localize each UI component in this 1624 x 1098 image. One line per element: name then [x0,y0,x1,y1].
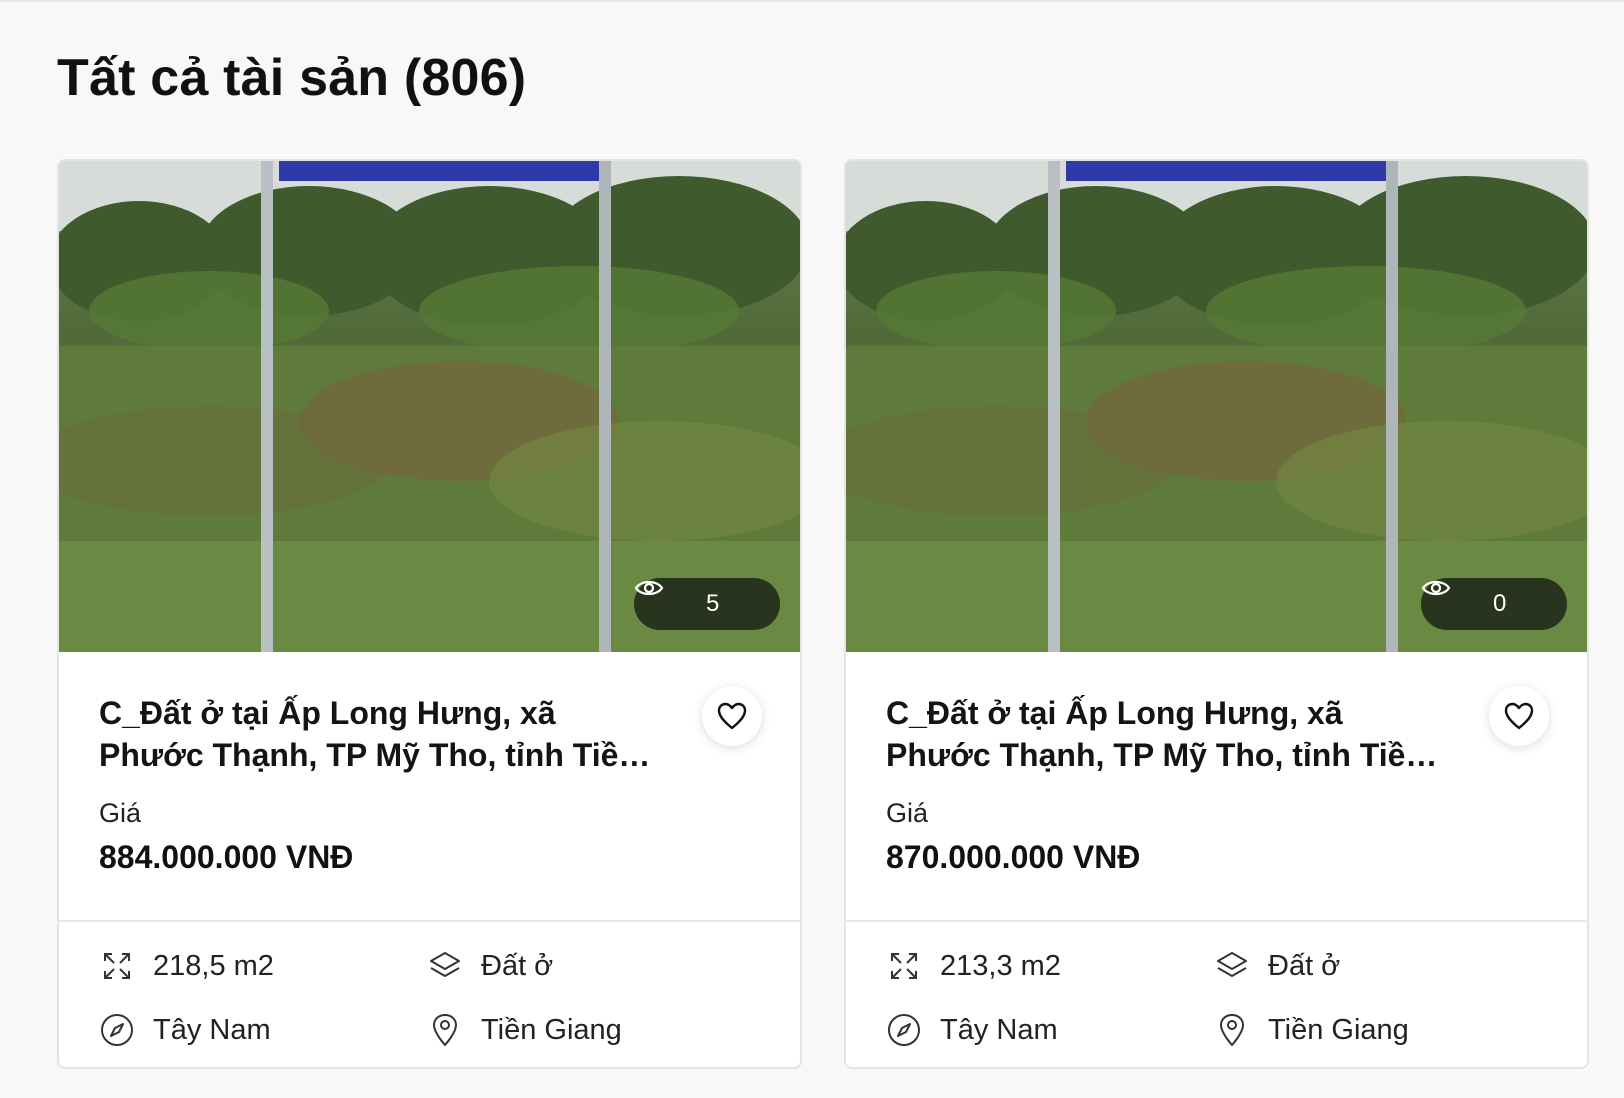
land-type-info: Đất ở [427,948,727,984]
asset-title[interactable]: C_Đất ở tại Ấp Long Hưng, xã Phước Thạnh… [99,692,669,776]
area-value: 213,3 m2 [940,949,1061,982]
province-value: Tiền Giang [1268,1013,1409,1046]
map-pin-icon [1214,1012,1250,1048]
layers-icon [427,948,463,984]
layers-icon [1214,948,1250,984]
land-type-info: Đất ở [1214,948,1514,984]
land-type-value: Đất ở [481,949,554,982]
asset-meta: 213,3 m2 Đất ở Tây Nam Tiền Giang [846,922,1587,1048]
eye-icon [634,580,690,614]
top-divider [0,0,1624,2]
page-title: Tất cả tài sản (806) [57,49,527,107]
price-label: Giá [99,798,142,828]
price-value: 870.000.000 VNĐ [886,839,1141,875]
map-pin-icon [427,1012,463,1048]
area-info: 218,5 m2 [99,948,427,984]
direction-value: Tây Nam [153,1013,271,1046]
direction-info: Tây Nam [99,1012,427,1048]
asset-card[interactable]: 0 C_Đất ở tại Ấp Long Hưng, xã Phước Thạ… [844,159,1589,1069]
expand-icon [886,948,922,984]
area-value: 218,5 m2 [153,949,274,982]
asset-photo[interactable]: 0 [846,161,1587,652]
asset-card[interactable]: 5 C_Đất ở tại Ấp Long Hưng, xã Phước Thạ… [57,159,802,1069]
card-body: C_Đất ở tại Ấp Long Hưng, xã Phước Thạnh… [59,652,800,920]
eye-icon [1421,580,1477,614]
compass-icon [886,1012,922,1048]
land-type-value: Đất ở [1268,949,1341,982]
province-value: Tiền Giang [481,1013,622,1046]
heart-icon [717,702,747,730]
asset-card-list: 5 C_Đất ở tại Ấp Long Hưng, xã Phước Thạ… [57,159,1589,1069]
views-counter: 0 [1421,578,1567,630]
heart-icon [1504,702,1534,730]
price-value: 884.000.000 VNĐ [99,839,354,875]
favorite-button[interactable] [702,686,762,746]
page: Tất cả tài sản (806) 5 C_Đất ở tại Ấp Lo… [0,0,1624,1098]
views-count: 5 [706,590,720,617]
price-label: Giá [886,798,929,828]
province-info: Tiền Giang [427,1012,727,1048]
province-info: Tiền Giang [1214,1012,1514,1048]
card-body: C_Đất ở tại Ấp Long Hưng, xã Phước Thạnh… [846,652,1587,920]
asset-photo[interactable]: 5 [59,161,800,652]
direction-value: Tây Nam [940,1013,1058,1046]
asset-meta: 218,5 m2 Đất ở Tây Nam Tiền Giang [59,922,800,1048]
direction-info: Tây Nam [886,1012,1214,1048]
compass-icon [99,1012,135,1048]
views-counter: 5 [634,578,780,630]
area-info: 213,3 m2 [886,948,1214,984]
expand-icon [99,948,135,984]
asset-title[interactable]: C_Đất ở tại Ấp Long Hưng, xã Phước Thạnh… [886,692,1456,776]
views-count: 0 [1493,590,1507,617]
favorite-button[interactable] [1489,686,1549,746]
